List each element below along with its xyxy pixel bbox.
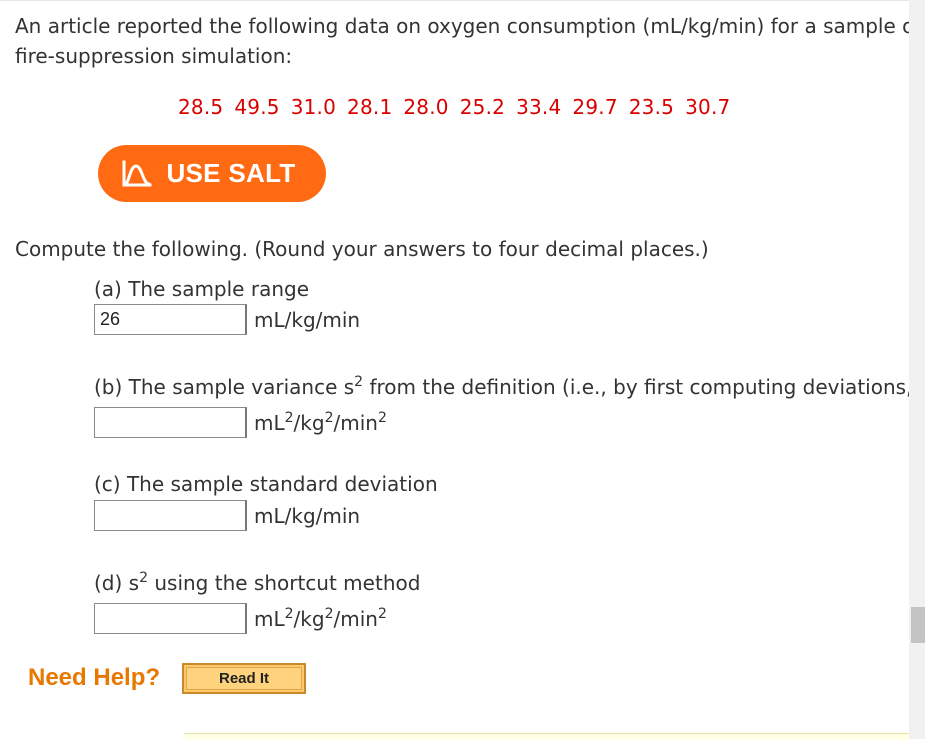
unit-exponent: 2 [284, 409, 294, 426]
part-d-answer-input[interactable] [94, 603, 247, 634]
salt-curve-icon [120, 159, 154, 189]
data-value: 30.7 [685, 95, 731, 119]
instructions-text: Compute the following. (Round your answe… [15, 237, 709, 261]
unit-text: /min [333, 606, 378, 631]
unit-text: mL [254, 410, 285, 435]
unit-text: /kg [293, 606, 325, 631]
part-b-answer-input[interactable] [94, 407, 247, 438]
unit-text: /min [333, 410, 378, 435]
need-help-heading: Need Help? [28, 664, 161, 691]
data-value: 49.5 [234, 95, 280, 119]
data-values: 28.5 49.5 31.0 28.1 28.0 25.2 33.4 29.7 … [178, 95, 730, 119]
data-value: 28.1 [347, 95, 393, 119]
unit-exponent: 2 [377, 605, 387, 622]
part-c-unit: mL/kg/min [254, 503, 361, 528]
part-d-label-exponent: 2 [139, 570, 148, 586]
use-salt-button[interactable]: USE SALT [98, 145, 326, 202]
part-d-label-text-rest: using the shortcut method [148, 571, 421, 595]
problem-text-line-1: An article reported the following data o… [15, 14, 909, 38]
part-b-answer-row: mL2/kg2/min2 [94, 407, 387, 438]
data-value: 28.0 [403, 95, 449, 119]
part-b-label-text: (b) The sample variance s [94, 375, 355, 399]
part-a-label: (a) The sample range [94, 277, 309, 301]
part-d-answer-row: mL2/kg2/min2 [94, 603, 387, 634]
unit-exponent: 2 [284, 605, 294, 622]
data-value: 23.5 [628, 95, 675, 119]
part-b-label-text-rest: from the definition (i.e., by first comp… [363, 375, 909, 399]
part-c-answer-input[interactable] [94, 500, 247, 531]
part-a-unit: mL/kg/min [254, 307, 361, 332]
part-b-label: (b) The sample variance s2 from the defi… [94, 373, 909, 401]
unit-text: /kg [293, 410, 325, 435]
part-a-answer-row: mL/kg/min [94, 304, 360, 335]
data-value: 28.5 [178, 95, 224, 119]
part-c-label: (c) The sample standard deviation [94, 472, 438, 496]
part-c-answer-row: mL/kg/min [94, 500, 360, 531]
part-d-unit: mL2/kg2/min2 [254, 605, 387, 633]
unit-exponent: 2 [377, 409, 387, 426]
part-b-label-exponent: 2 [354, 374, 364, 390]
part-a-answer-input[interactable] [94, 304, 247, 335]
read-it-label: Read It [186, 667, 302, 690]
read-it-button[interactable]: Read It [182, 663, 306, 694]
question-panel: An article reported the following data o… [0, 0, 909, 740]
scrollbar-thumb[interactable] [911, 607, 925, 643]
problem-text-line-2: fire-suppression simulation: [15, 44, 293, 68]
part-b-unit: mL2/kg2/min2 [254, 409, 387, 437]
data-value: 25.2 [459, 95, 506, 119]
data-value: 31.0 [290, 95, 337, 119]
data-value: 29.7 [572, 95, 618, 119]
unit-text: mL [254, 606, 285, 631]
part-d-label: (d) s2 using the shortcut method [94, 569, 420, 597]
data-value: 33.4 [516, 95, 562, 119]
problem-text: An article reported the following data o… [15, 11, 909, 71]
use-salt-label: USE SALT [166, 158, 296, 188]
part-d-label-text: (d) s [94, 571, 140, 595]
